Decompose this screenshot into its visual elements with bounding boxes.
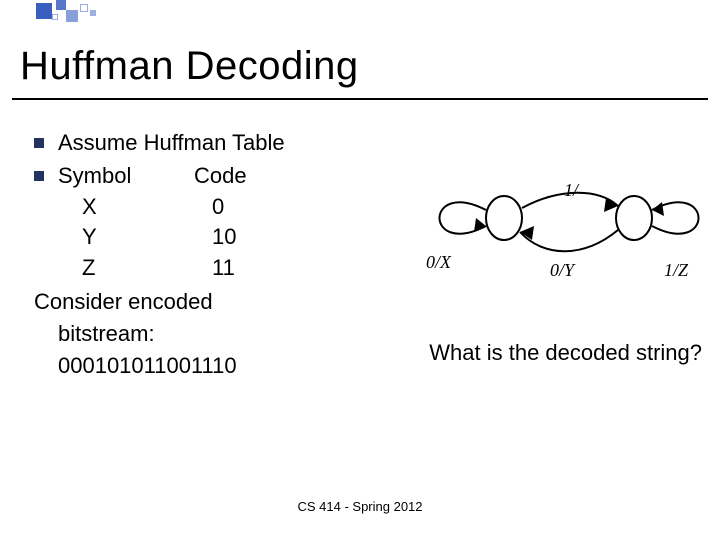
bitstream-value: 000101011001110	[34, 350, 364, 382]
huffman-table: Symbol Code X 0 Y 10 Z 11	[58, 161, 364, 284]
title-rule	[12, 98, 708, 100]
content-block: Assume Huffman Table Symbol Code X 0 Y 1…	[34, 128, 364, 382]
table-row: Z 11	[58, 253, 318, 284]
edge-label-0y: 0/Y	[550, 260, 576, 280]
bullet-assume: Assume Huffman Table	[34, 128, 364, 159]
col-symbol: Symbol	[58, 161, 194, 192]
table-header-row: Symbol Code	[58, 161, 364, 192]
consider-block: Consider encoded bitstream: 000101011001…	[34, 286, 364, 382]
state-diagram: 0/X 1/ 0/Y 1/Z	[374, 168, 704, 318]
table-row: Y 10	[58, 222, 318, 253]
question-text: What is the decoded string?	[429, 340, 702, 366]
edge-label-1z: 1/Z	[664, 260, 689, 280]
slide-footer: CS 414 - Spring 2012	[0, 499, 720, 514]
edge-label-0x: 0/X	[426, 252, 452, 272]
consider-line1: Consider encoded	[34, 286, 364, 318]
header-decor	[0, 0, 720, 30]
bullet-table: Symbol Code X 0 Y 10 Z 11	[34, 161, 364, 284]
table-row: X 0	[58, 192, 318, 223]
consider-line2: bitstream:	[34, 318, 364, 350]
edge-label-1: 1/	[564, 180, 580, 200]
slide-title: Huffman Decoding	[20, 44, 359, 89]
square-bullet-icon	[34, 171, 44, 181]
bullet-text: Assume Huffman Table	[58, 128, 285, 159]
col-code: Code	[194, 161, 294, 192]
square-bullet-icon	[34, 138, 44, 148]
